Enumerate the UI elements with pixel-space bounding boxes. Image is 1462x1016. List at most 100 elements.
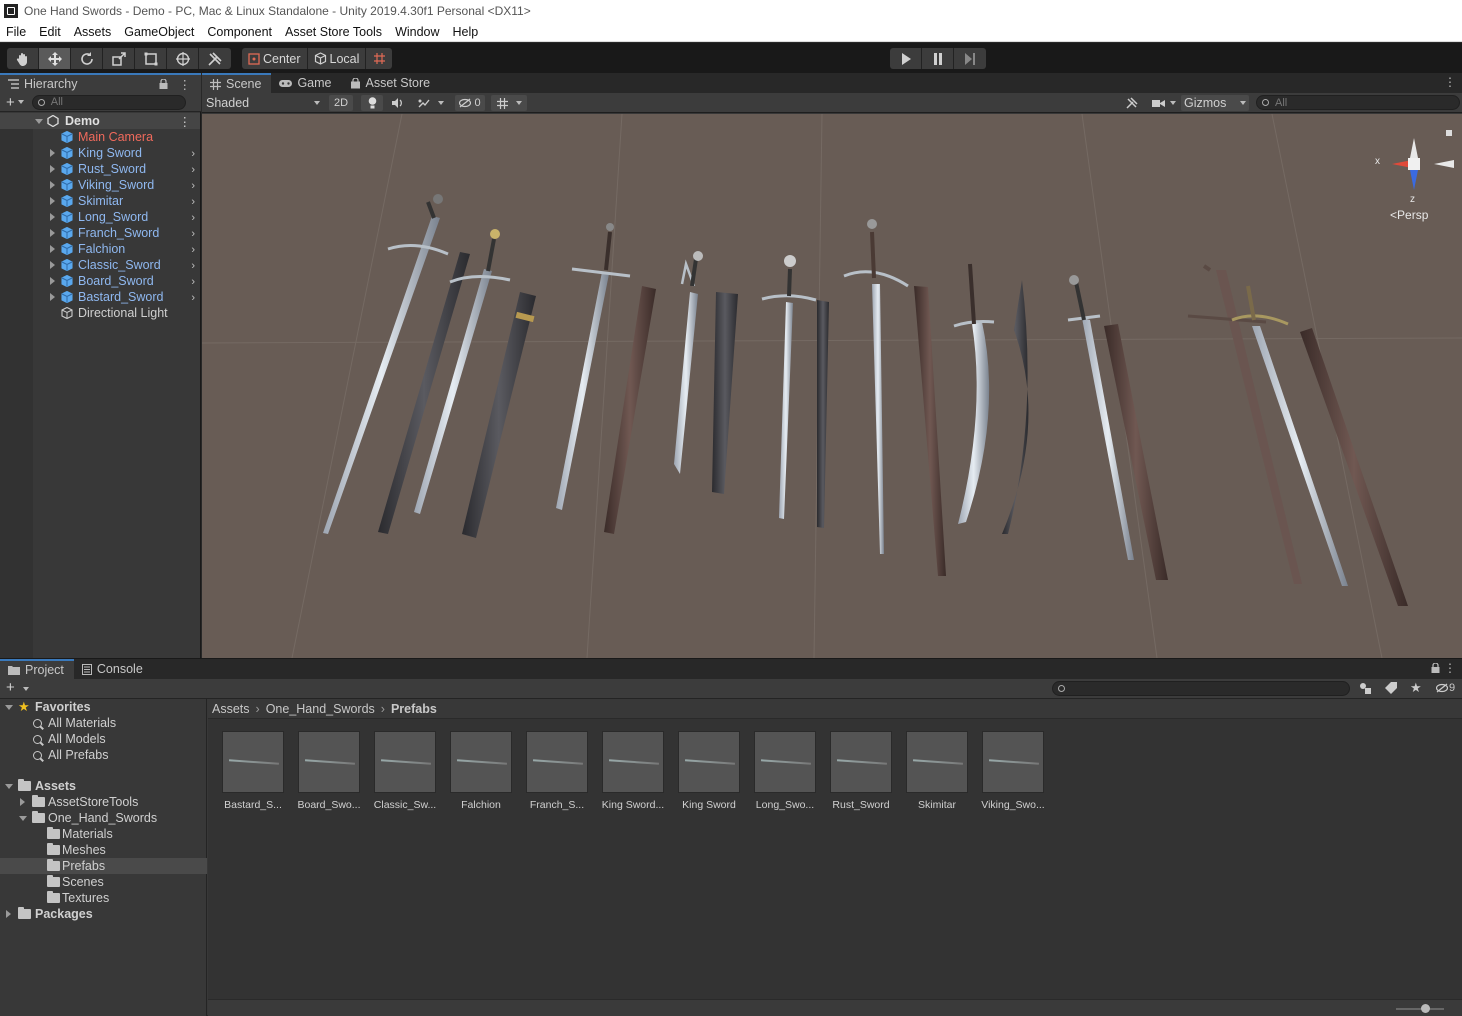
- favorite-all-materials[interactable]: All Materials: [0, 715, 207, 731]
- zoom-slider-thumb[interactable]: [1421, 1004, 1430, 1013]
- create-plus-icon[interactable]: +: [6, 94, 15, 111]
- expand-arrow-icon[interactable]: [5, 705, 13, 710]
- tab-game[interactable]: Game: [271, 73, 341, 93]
- tab-scene[interactable]: Scene: [202, 73, 272, 93]
- folder-meshes[interactable]: Meshes: [0, 842, 207, 858]
- pause-button-icon[interactable]: [922, 48, 954, 69]
- audio-toggle-icon[interactable]: [387, 95, 409, 111]
- asset-item[interactable]: King Sword...: [602, 731, 664, 811]
- lock-icon[interactable]: [159, 79, 168, 89]
- menu-edit[interactable]: Edit: [33, 25, 68, 39]
- chevron-right-icon[interactable]: ›: [191, 196, 195, 208]
- tab-asset-store[interactable]: Asset Store: [342, 73, 441, 93]
- asset-item[interactable]: Viking_Swo...: [981, 731, 1045, 811]
- asset-item[interactable]: Rust_Sword: [830, 731, 892, 811]
- expand-arrow-icon[interactable]: [50, 197, 55, 205]
- expand-arrow-icon[interactable]: [50, 213, 55, 221]
- asset-item[interactable]: King Sword: [678, 731, 740, 811]
- chevron-right-icon[interactable]: ›: [191, 180, 195, 192]
- expand-arrow-icon[interactable]: [50, 245, 55, 253]
- expand-arrow-icon[interactable]: [50, 165, 55, 173]
- rotate-tool-icon[interactable]: [71, 48, 103, 69]
- scene-viewport[interactable]: x z <Persp: [202, 114, 1462, 658]
- asset-item[interactable]: Long_Swo...: [754, 731, 816, 811]
- hierarchy-scene-row[interactable]: Demo ⋮: [0, 113, 200, 129]
- pivot-center-button[interactable]: Center: [242, 48, 308, 69]
- asset-item[interactable]: Classic_Sw...: [374, 731, 436, 811]
- breadcrumb-item[interactable]: Assets: [212, 702, 250, 716]
- project-lock-icon[interactable]: [1431, 663, 1440, 673]
- 2d-toggle-button[interactable]: 2D: [329, 95, 353, 111]
- favorite-all-prefabs[interactable]: All Prefabs: [0, 747, 207, 763]
- favorites-header[interactable]: ★ Favorites: [0, 699, 207, 715]
- menu-gameobject[interactable]: GameObject: [118, 25, 201, 39]
- tab-hierarchy[interactable]: Hierarchy ⋮: [0, 73, 201, 93]
- hierarchy-item[interactable]: Main Camera: [0, 129, 200, 145]
- tools-wrench-icon[interactable]: [1121, 95, 1143, 111]
- create-dropdown-icon[interactable]: [17, 100, 24, 104]
- hierarchy-item[interactable]: Board_Sword ›: [0, 273, 200, 289]
- gizmo-lock-icon[interactable]: [1446, 130, 1452, 136]
- project-kebab-icon[interactable]: ⋮: [1444, 661, 1456, 675]
- asset-item[interactable]: Skimitar: [906, 731, 968, 811]
- favorite-star-icon[interactable]: ★: [1410, 680, 1422, 696]
- hierarchy-item[interactable]: King Sword ›: [0, 145, 200, 161]
- folder-prefabs[interactable]: Prefabs: [0, 858, 207, 874]
- scene-visibility-toggle[interactable]: 0: [455, 95, 485, 111]
- scene-kebab-icon[interactable]: ⋮: [1444, 75, 1456, 89]
- effects-dropdown-icon[interactable]: [412, 95, 448, 111]
- step-button-icon[interactable]: [954, 48, 986, 69]
- tab-console[interactable]: Console: [74, 659, 153, 679]
- custom-tool-icon[interactable]: [199, 48, 231, 69]
- zoom-slider-track[interactable]: [1396, 1008, 1444, 1010]
- asset-item[interactable]: Board_Swo...: [297, 731, 361, 811]
- folder-scenes[interactable]: Scenes: [0, 874, 207, 890]
- gizmos-dropdown[interactable]: Gizmos: [1181, 95, 1249, 111]
- scene-kebab-icon[interactable]: ⋮: [179, 114, 192, 129]
- expand-arrow-icon[interactable]: [20, 798, 25, 806]
- chevron-right-icon[interactable]: ›: [191, 148, 195, 160]
- asset-item[interactable]: Franch_S...: [526, 731, 588, 811]
- assets-root[interactable]: Assets: [0, 778, 207, 794]
- grid-visibility-dropdown[interactable]: [491, 95, 527, 111]
- lighting-toggle-icon[interactable]: [361, 95, 383, 111]
- transform-tool-icon[interactable]: [167, 48, 199, 69]
- menu-component[interactable]: Component: [201, 25, 279, 39]
- hierarchy-item[interactable]: Long_Sword ›: [0, 209, 200, 225]
- menu-asset-store-tools[interactable]: Asset Store Tools: [279, 25, 389, 39]
- expand-arrow-icon[interactable]: [50, 293, 55, 301]
- search-by-type-icon[interactable]: [1358, 682, 1372, 694]
- hierarchy-item[interactable]: Viking_Sword ›: [0, 177, 200, 193]
- kebab-menu-icon[interactable]: ⋮: [179, 77, 192, 92]
- orientation-gizmo[interactable]: [1392, 130, 1454, 190]
- menu-help[interactable]: Help: [447, 25, 486, 39]
- menu-window[interactable]: Window: [389, 25, 446, 39]
- hierarchy-item[interactable]: Classic_Sword ›: [0, 257, 200, 273]
- expand-arrow-icon[interactable]: [50, 181, 55, 189]
- hierarchy-item[interactable]: Rust_Sword ›: [0, 161, 200, 177]
- hierarchy-item[interactable]: Skimitar ›: [0, 193, 200, 209]
- expand-arrow-icon[interactable]: [35, 119, 43, 124]
- expand-arrow-icon[interactable]: [50, 261, 55, 269]
- tab-project[interactable]: Project: [0, 659, 74, 679]
- expand-arrow-icon[interactable]: [5, 784, 13, 789]
- expand-arrow-icon[interactable]: [6, 910, 11, 918]
- expand-arrow-icon[interactable]: [50, 149, 55, 157]
- expand-arrow-icon[interactable]: [50, 229, 55, 237]
- hidden-packages-toggle[interactable]: 9: [1436, 682, 1455, 694]
- camera-settings-dropdown[interactable]: [1148, 95, 1180, 111]
- project-create-plus-icon[interactable]: +: [6, 679, 15, 696]
- chevron-right-icon[interactable]: ›: [191, 212, 195, 224]
- folder-textures[interactable]: Textures: [0, 890, 207, 906]
- scene-search-input[interactable]: All: [1256, 95, 1460, 110]
- chevron-right-icon[interactable]: ›: [191, 260, 195, 272]
- scale-tool-icon[interactable]: [103, 48, 135, 69]
- asset-item[interactable]: Bastard_S...: [222, 731, 284, 811]
- shading-mode-dropdown[interactable]: Shaded: [206, 95, 322, 111]
- hierarchy-item[interactable]: Franch_Sword ›: [0, 225, 200, 241]
- hierarchy-search-input[interactable]: All: [31, 94, 186, 110]
- asset-item[interactable]: Falchion: [450, 731, 512, 811]
- grid-snap-button[interactable]: [366, 48, 392, 69]
- menu-assets[interactable]: Assets: [68, 25, 119, 39]
- rect-tool-icon[interactable]: [135, 48, 167, 69]
